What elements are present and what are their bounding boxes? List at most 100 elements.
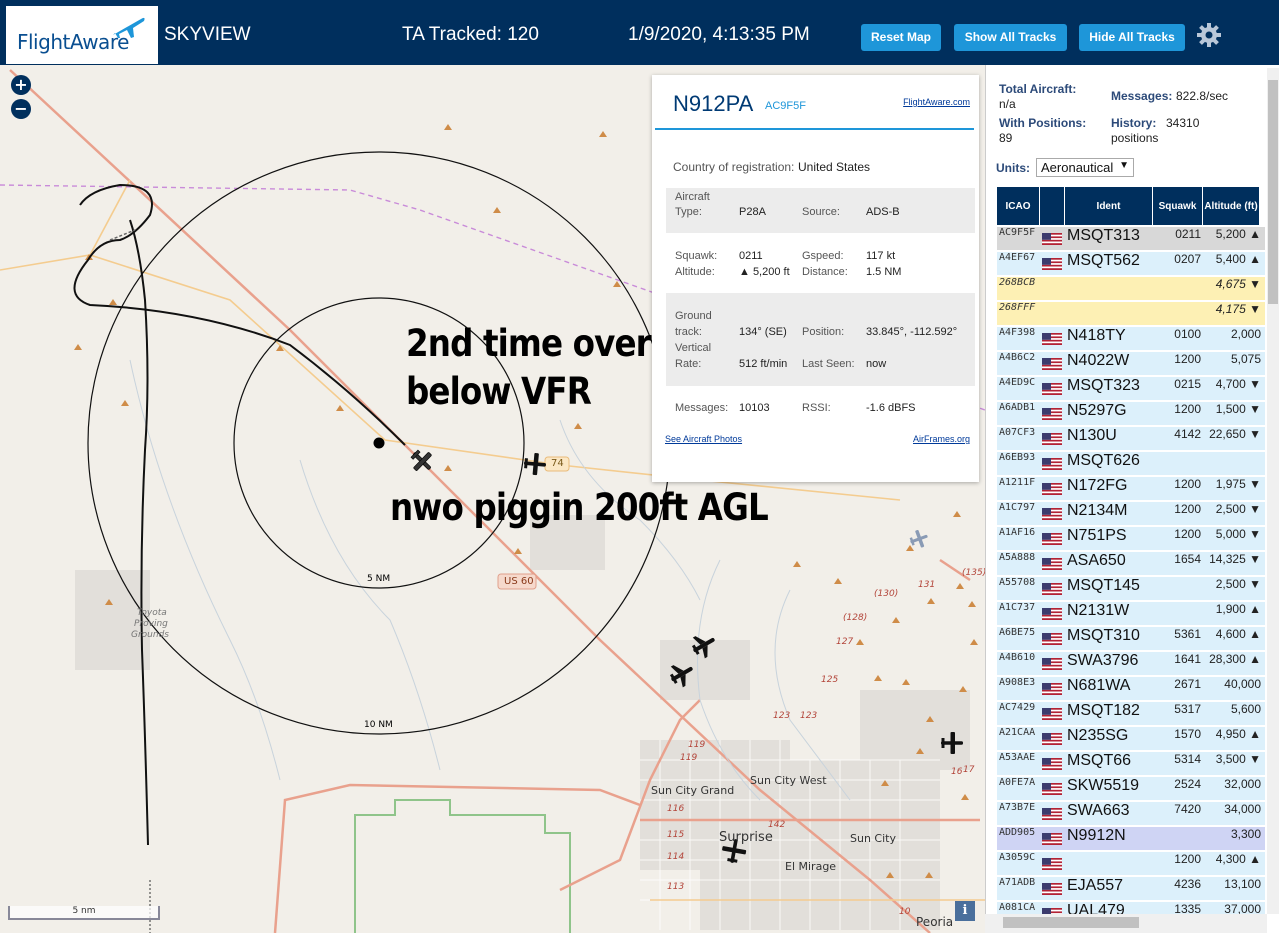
units-select[interactable]: Aeronautical ▼	[1036, 158, 1134, 177]
airframes-link[interactable]: AirFrames.org	[913, 434, 970, 444]
table-row[interactable]: A908E3 N681WA 2671 40,000	[997, 677, 1265, 701]
place-peoria: Peoria	[916, 915, 954, 929]
col-header-icao[interactable]: ICAO	[997, 187, 1040, 225]
table-row[interactable]: A6ADB1 N5297G 1200 1,500 ▼	[997, 402, 1265, 426]
messages-value: 10103	[739, 402, 770, 414]
position-value: 33.845°, -112.592°	[866, 326, 958, 338]
table-row[interactable]: A5A888 ASA650 1654 14,325 ▼	[997, 552, 1265, 576]
row-icao: A71ADB	[999, 877, 1036, 888]
row-icao: A0FE7A	[999, 777, 1036, 788]
reset-map-button[interactable]: Reset Map	[861, 24, 941, 51]
row-altitude: 5,200 ▲	[1215, 227, 1261, 241]
row-ident: ASA650	[1067, 552, 1126, 569]
hide-all-tracks-button[interactable]: Hide All Tracks	[1079, 24, 1185, 51]
col-header-flag[interactable]	[1040, 187, 1065, 225]
aircraft-icon[interactable]	[908, 528, 930, 550]
country-label: Country of registration:	[673, 160, 795, 174]
row-squawk	[1157, 302, 1201, 326]
training-grounds-line-2: Proving	[134, 619, 168, 629]
aircraft-icon[interactable]	[940, 730, 964, 756]
vertical-scroll-thumb[interactable]	[1268, 80, 1278, 304]
total-aircraft-value: n/a	[999, 97, 1016, 111]
us-flag-icon	[1042, 233, 1062, 245]
us-flag-icon	[1042, 258, 1062, 270]
us-flag-icon	[1042, 633, 1062, 645]
row-ident: SWA663	[1067, 802, 1130, 819]
table-row[interactable]: A4B6C2 N4022W 1200 5,075	[997, 352, 1265, 376]
row-ident: MSQT66	[1067, 752, 1132, 769]
table-row[interactable]: A4ED9C MSQT323 0215 4,700 ▼	[997, 377, 1265, 401]
table-row[interactable]: A1AF16 N751PS 1200 5,000 ▼	[997, 527, 1265, 551]
rssi-label: RSSI:	[802, 402, 831, 414]
table-row[interactable]: A53AAE MSQT66 5314 3,500 ▼	[997, 752, 1265, 776]
flightaware-logo[interactable]: FlightAware	[6, 6, 158, 64]
table-row[interactable]: A21CAA N235SG 1570 4,950 ▲	[997, 727, 1265, 751]
row-altitude: 34,000	[1224, 802, 1261, 816]
row-ident: N2131W	[1067, 602, 1130, 619]
table-row[interactable]: A4EF67 MSQT562 0207 5,400 ▲	[997, 252, 1265, 276]
clock: 1/9/2020, 4:13:35 PM	[628, 24, 810, 45]
selected-aircraft-icon[interactable]	[409, 448, 435, 474]
table-row[interactable]: A07CF3 N130U 4142 22,650 ▼	[997, 427, 1265, 451]
map-info-button[interactable]: i	[955, 901, 975, 921]
zoom-in-button[interactable]: +	[11, 75, 31, 95]
row-ident	[1067, 277, 1153, 301]
aircraft-icon[interactable]	[668, 660, 696, 688]
training-grounds-line-3: Grounds	[131, 630, 169, 640]
road-number: 116	[667, 804, 685, 814]
road-74: 74	[551, 458, 564, 469]
table-row[interactable]: A1C737 N2131W 1,900 ▲	[997, 602, 1265, 626]
row-icao: A1211F	[999, 477, 1036, 488]
row-altitude: 1,975 ▼	[1215, 477, 1261, 491]
history-unit: positions	[1111, 131, 1159, 145]
table-row[interactable]: 268FFF 4,175 ▼	[997, 302, 1265, 326]
table-row[interactable]: A1211F N172FG 1200 1,975 ▼	[997, 477, 1265, 501]
us-flag-icon	[1042, 833, 1062, 845]
row-ident: N4022W	[1067, 352, 1130, 369]
table-row[interactable]: A4F398 N418TY 0100 2,000	[997, 327, 1265, 351]
row-ident: N235SG	[1067, 727, 1129, 744]
table-row[interactable]: 268BCB 4,675 ▼	[997, 277, 1265, 301]
row-squawk: 4142	[1174, 427, 1201, 441]
aircraft-registration: N912PA	[673, 91, 754, 116]
us-flag-icon	[1042, 783, 1062, 795]
us-flag-icon	[1042, 458, 1062, 470]
table-row[interactable]: A73B7E SWA663 7420 34,000	[997, 802, 1265, 826]
row-altitude: 1,500 ▼	[1215, 402, 1261, 416]
flightaware-link[interactable]: FlightAware.com	[903, 97, 970, 107]
show-all-tracks-button[interactable]: Show All Tracks	[954, 24, 1067, 51]
col-header-altitude[interactable]: Altitude (ft)	[1203, 187, 1260, 225]
table-row[interactable]: A1C797 N2134M 1200 2,500 ▼	[997, 502, 1265, 526]
row-icao: A4B610	[999, 652, 1036, 663]
table-row[interactable]: A3059C 1200 4,300 ▲	[997, 852, 1265, 876]
with-positions-label: With Positions:	[999, 116, 1087, 130]
table-row[interactable]: AC9F5F MSQT313 0211 5,200 ▲	[997, 227, 1265, 251]
row-altitude: 14,325 ▼	[1209, 552, 1261, 566]
col-header-squawk[interactable]: Squawk	[1153, 187, 1203, 225]
table-row[interactable]: ADD905 N9912N 3,300	[997, 827, 1265, 851]
table-row[interactable]: A0FE7A SKW5519 2524 32,000	[997, 777, 1265, 801]
place-sun-city: Sun City	[850, 832, 896, 845]
row-icao: A3059C	[999, 852, 1036, 863]
road-number: 123	[800, 711, 818, 721]
zoom-out-button[interactable]: −	[11, 99, 31, 119]
gear-icon[interactable]	[1196, 22, 1222, 48]
aircraft-photos-link[interactable]: See Aircraft Photos	[665, 434, 742, 444]
us-flag-icon	[1042, 883, 1062, 895]
us-flag-icon	[1042, 658, 1062, 670]
ground-track-label-1: Ground	[675, 310, 712, 322]
table-row[interactable]: A6BE75 MSQT310 5361 4,600 ▲	[997, 627, 1265, 651]
row-icao: A07CF3	[999, 427, 1036, 438]
table-row[interactable]: A4B610 SWA3796 1641 28,300 ▲	[997, 652, 1265, 676]
table-row[interactable]: A55708 MSQT145 2,500 ▼	[997, 577, 1265, 601]
col-header-ident[interactable]: Ident	[1065, 187, 1153, 225]
horizontal-scroll-thumb[interactable]	[1003, 917, 1139, 928]
us-flag-icon	[1042, 708, 1062, 720]
row-ident: MSQT310	[1067, 627, 1140, 644]
table-row[interactable]: AC7429 MSQT182 5317 5,600	[997, 702, 1265, 726]
row-ident: N130U	[1067, 427, 1117, 444]
table-row[interactable]: A71ADB EJA557 4236 13,100	[997, 877, 1265, 901]
aircraft-icon[interactable]	[690, 631, 718, 659]
aircraft-icon[interactable]	[522, 451, 548, 477]
table-row[interactable]: A6EB93 MSQT626	[997, 452, 1265, 476]
